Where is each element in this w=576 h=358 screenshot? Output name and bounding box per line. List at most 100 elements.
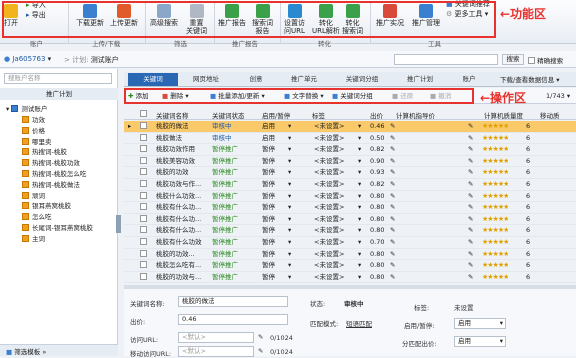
bid-edit-icon[interactable]: ✎ xyxy=(390,214,395,226)
table-row[interactable]: 桃胶做法 审核中 启用 ▾ <未设置> ▾ 0.50 ✎ ✎ ★★★★★ 6 xyxy=(124,133,576,145)
table-row[interactable]: 桃胶怎么吃有... 暂停推广 暂停 ▾ <未设置> ▾ 0.80 ✎ ✎ ★★★★★ 6 xyxy=(124,260,576,272)
price-guide-icon[interactable]: ✎ xyxy=(468,133,473,145)
tag-dropdown-icon[interactable]: ▾ xyxy=(358,167,361,179)
row-checkbox[interactable] xyxy=(140,191,147,203)
state-dropdown-icon[interactable]: ▾ xyxy=(288,179,291,191)
column-header[interactable]: 计算机指导价 xyxy=(396,110,435,120)
bid-field[interactable]: 0.46 xyxy=(178,314,288,325)
pager[interactable]: 1/743 ▾ xyxy=(546,92,570,100)
sidebar-item[interactable]: 热搜词-桃胶怎么吃 xyxy=(22,169,86,179)
tag-dropdown-icon[interactable]: ▾ xyxy=(358,191,361,203)
table-row[interactable]: 桃胶有什么功... 暂停推广 暂停 ▾ <未设置> ▾ 0.80 ✎ ✎ ★★★★★ 6 xyxy=(124,202,576,214)
state-dropdown-icon[interactable]: ▾ xyxy=(288,237,291,249)
table-row[interactable]: 桃胶功效作用 暂停推广 暂停 ▾ <未设置> ▾ 0.82 ✎ ✎ ★★★★★ 6 xyxy=(124,144,576,156)
price-guide-icon[interactable]: ✎ xyxy=(468,121,473,133)
row-checkbox[interactable] xyxy=(140,156,147,168)
table-row[interactable]: ▸ 桃胶的做法 审核中 启用 ▾ <未设置> ▾ 0.46 ✎ ✎ ★★★★★ 6 xyxy=(124,121,576,133)
mobile-url-field[interactable]: <默认> xyxy=(178,346,254,357)
tag-dropdown-icon[interactable]: ▾ xyxy=(358,225,361,237)
column-header[interactable]: 启用/暂停 xyxy=(262,110,290,120)
sidebar-item[interactable]: 哪里卖 xyxy=(22,137,52,147)
state-dropdown-icon[interactable]: ▾ xyxy=(288,191,291,203)
column-header[interactable]: 标签 xyxy=(312,110,325,120)
bid-edit-icon[interactable]: ✎ xyxy=(390,179,395,191)
table-row[interactable]: 桃胶功效与作... 暂停推广 暂停 ▾ <未设置> ▾ 0.82 ✎ ✎ ★★★★★ 6 xyxy=(124,179,576,191)
tab[interactable]: 网页地址 xyxy=(178,73,234,86)
bid-edit-icon[interactable]: ✎ xyxy=(390,272,395,284)
price-guide-icon[interactable]: ✎ xyxy=(468,272,473,284)
state-dropdown-icon[interactable]: ▾ xyxy=(288,260,291,272)
state-dropdown-icon[interactable]: ▾ xyxy=(288,272,291,284)
tree-root[interactable]: ▾ 测试账户 xyxy=(6,104,47,114)
row-checkbox[interactable] xyxy=(140,133,147,145)
price-guide-icon[interactable]: ✎ xyxy=(468,249,473,261)
tag-dropdown-icon[interactable]: ▾ xyxy=(358,214,361,226)
tag-dropdown-icon[interactable]: ▾ xyxy=(358,133,361,145)
row-checkbox[interactable] xyxy=(140,272,147,284)
price-guide-icon[interactable]: ✎ xyxy=(468,144,473,156)
price-guide-icon[interactable]: ✎ xyxy=(468,156,473,168)
account-selector[interactable]: ● Ja605763 ▾ xyxy=(4,55,51,63)
column-header[interactable]: 关键词名称 xyxy=(156,110,189,120)
state-dropdown-icon[interactable]: ▾ xyxy=(288,144,291,156)
state-select[interactable]: 启用 ▾ xyxy=(454,318,506,329)
price-guide-icon[interactable]: ✎ xyxy=(468,179,473,191)
price-guide-icon[interactable]: ✎ xyxy=(468,167,473,179)
sidebar-item[interactable]: 银耳燕窝桃胶 xyxy=(22,201,71,211)
column-header[interactable]: 移动质 xyxy=(540,110,560,120)
row-checkbox[interactable] xyxy=(140,225,147,237)
column-header[interactable]: 出价 xyxy=(370,110,383,120)
sidebar-item[interactable]: 顽词 xyxy=(22,191,45,201)
match-mode-link[interactable]: 短语匹配 xyxy=(346,318,372,328)
table-row[interactable]: 桃胶的功效与... 暂停推广 暂停 ▾ <未设置> ▾ 0.80 ✎ ✎ ★★★★★ 6 xyxy=(124,272,576,284)
tag-dropdown-icon[interactable]: ▾ xyxy=(358,272,361,284)
tab[interactable]: 关键词分组 xyxy=(330,73,394,86)
row-checkbox[interactable] xyxy=(140,121,147,133)
url-field[interactable]: <默认> xyxy=(178,332,254,343)
state-dropdown-icon[interactable]: ▾ xyxy=(288,249,291,261)
download-data-dropdown[interactable]: 下载/查看数据信息 ▾ xyxy=(500,74,560,84)
sidebar-item[interactable]: 长尾词-银耳燕窝桃胶 xyxy=(22,223,93,233)
tag-dropdown-icon[interactable]: ▾ xyxy=(358,260,361,272)
row-checkbox[interactable] xyxy=(140,179,147,191)
sidebar-search-input[interactable]: 搜账户名称 xyxy=(4,73,112,84)
kw-name-field[interactable]: 桃胶的做法 xyxy=(178,296,288,307)
column-header[interactable]: 计算机质量度 xyxy=(484,110,523,120)
bid-edit-icon[interactable]: ✎ xyxy=(390,133,395,145)
state-dropdown-icon[interactable]: ▾ xyxy=(288,225,291,237)
state-dropdown-icon[interactable]: ▾ xyxy=(288,133,291,145)
bid-edit-icon[interactable]: ✎ xyxy=(390,167,395,179)
price-guide-icon[interactable]: ✎ xyxy=(468,202,473,214)
row-checkbox[interactable] xyxy=(140,144,147,156)
table-row[interactable]: 桃胶有什么功... 暂停推广 暂停 ▾ <未设置> ▾ 0.80 ✎ ✎ ★★★★★ 6 xyxy=(124,214,576,226)
bid-edit-icon[interactable]: ✎ xyxy=(390,144,395,156)
state-dropdown-icon[interactable]: ▾ xyxy=(288,214,291,226)
sidebar-item[interactable]: 功效 xyxy=(22,115,45,125)
sidebar-tab-plans[interactable]: 推广计划 xyxy=(0,88,118,100)
price-guide-icon[interactable]: ✎ xyxy=(468,225,473,237)
tag-dropdown-icon[interactable]: ▾ xyxy=(358,144,361,156)
row-checkbox[interactable] xyxy=(140,260,147,272)
price-guide-icon[interactable]: ✎ xyxy=(468,191,473,203)
state-dropdown-icon[interactable]: ▾ xyxy=(288,156,291,168)
price-guide-icon[interactable]: ✎ xyxy=(468,214,473,226)
tag-dropdown-icon[interactable]: ▾ xyxy=(358,249,361,261)
price-guide-icon[interactable]: ✎ xyxy=(468,260,473,272)
bid-edit-icon[interactable]: ✎ xyxy=(390,202,395,214)
exact-search-checkbox[interactable]: 精确搜索 xyxy=(528,55,563,65)
bid-edit-icon[interactable]: ✎ xyxy=(390,237,395,249)
bid-edit-icon[interactable]: ✎ xyxy=(390,191,395,203)
table-row[interactable]: 桃胶的功效... 暂停推广 暂停 ▾ <未设置> ▾ 0.80 ✎ ✎ ★★★★★ 6 xyxy=(124,249,576,261)
search-button[interactable]: 搜索 xyxy=(502,54,524,65)
state-dropdown-icon[interactable]: ▾ xyxy=(288,167,291,179)
select-all-checkbox[interactable] xyxy=(140,110,147,118)
row-checkbox[interactable] xyxy=(140,249,147,261)
device-bid-select[interactable]: 启用 ▾ xyxy=(454,336,506,347)
column-header[interactable]: 关键词状态 xyxy=(212,110,245,120)
row-checkbox[interactable] xyxy=(140,237,147,249)
tag-dropdown-icon[interactable]: ▾ xyxy=(358,179,361,191)
row-checkbox[interactable] xyxy=(140,214,147,226)
table-row[interactable]: 桃胶有什么功效 暂停推广 暂停 ▾ <未设置> ▾ 0.70 ✎ ✎ ★★★★★ 6 xyxy=(124,237,576,249)
bid-edit-icon[interactable]: ✎ xyxy=(390,121,395,133)
mobile-url-edit-icon[interactable]: ✎ xyxy=(258,347,263,355)
